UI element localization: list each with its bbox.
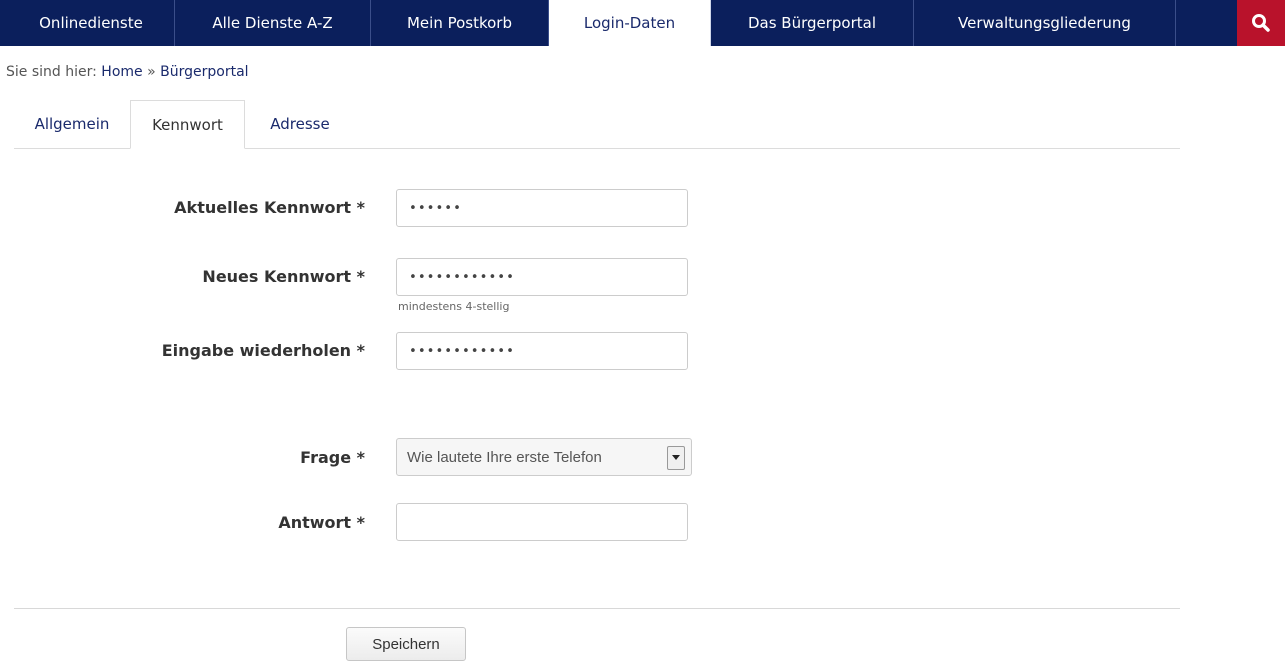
form-divider <box>14 608 1180 609</box>
nav-item-mein-postkorb[interactable]: Mein Postkorb <box>371 0 549 46</box>
tab-allgemein[interactable]: Allgemein <box>14 100 130 148</box>
new-password-field[interactable]: •••••••••••• <box>396 258 688 296</box>
new-password-hint: mindestens 4-stellig <box>398 300 510 313</box>
nav-item-login-daten[interactable]: Login-Daten <box>549 0 711 46</box>
question-select[interactable]: Wie lautete Ihre erste Telefon <box>396 438 692 476</box>
answer-label: Antwort * <box>278 513 365 532</box>
tab-kennwort[interactable]: Kennwort <box>130 100 245 149</box>
breadcrumb-separator: » <box>147 64 156 80</box>
top-navigation: Onlinedienste Alle Dienste A-Z Mein Post… <box>0 0 1285 46</box>
breadcrumb-home-link[interactable]: Home <box>101 64 142 80</box>
repeat-password-field[interactable]: •••••••••••• <box>396 332 688 370</box>
question-label: Frage * <box>300 448 365 467</box>
dropdown-arrow-icon[interactable] <box>667 446 685 470</box>
nav-item-verwaltungsgliederung[interactable]: Verwaltungsgliederung <box>914 0 1176 46</box>
search-icon <box>1252 14 1270 32</box>
nav-item-alle-dienste[interactable]: Alle Dienste A-Z <box>175 0 371 46</box>
tab-bar: Allgemein Kennwort Adresse <box>14 100 1180 149</box>
question-selected-value: Wie lautete Ihre erste Telefon <box>407 448 602 466</box>
breadcrumb-current-link[interactable]: Bürgerportal <box>160 64 248 80</box>
breadcrumb-prefix: Sie sind hier: <box>6 64 97 80</box>
new-password-label: Neues Kennwort * <box>202 267 365 286</box>
save-button[interactable]: Speichern <box>346 627 466 661</box>
current-password-label: Aktuelles Kennwort * <box>174 198 365 217</box>
nav-padding <box>0 0 8 46</box>
tab-adresse[interactable]: Adresse <box>245 100 355 148</box>
nav-item-buergerportal[interactable]: Das Bürgerportal <box>711 0 914 46</box>
repeat-password-label: Eingabe wiederholen * <box>161 341 365 360</box>
search-button[interactable] <box>1237 0 1285 46</box>
answer-field[interactable] <box>396 503 688 541</box>
breadcrumb: Sie sind hier: Home » Bürgerportal <box>6 64 249 80</box>
current-password-field[interactable]: •••••• <box>396 189 688 227</box>
nav-item-onlinedienste[interactable]: Onlinedienste <box>8 0 175 46</box>
